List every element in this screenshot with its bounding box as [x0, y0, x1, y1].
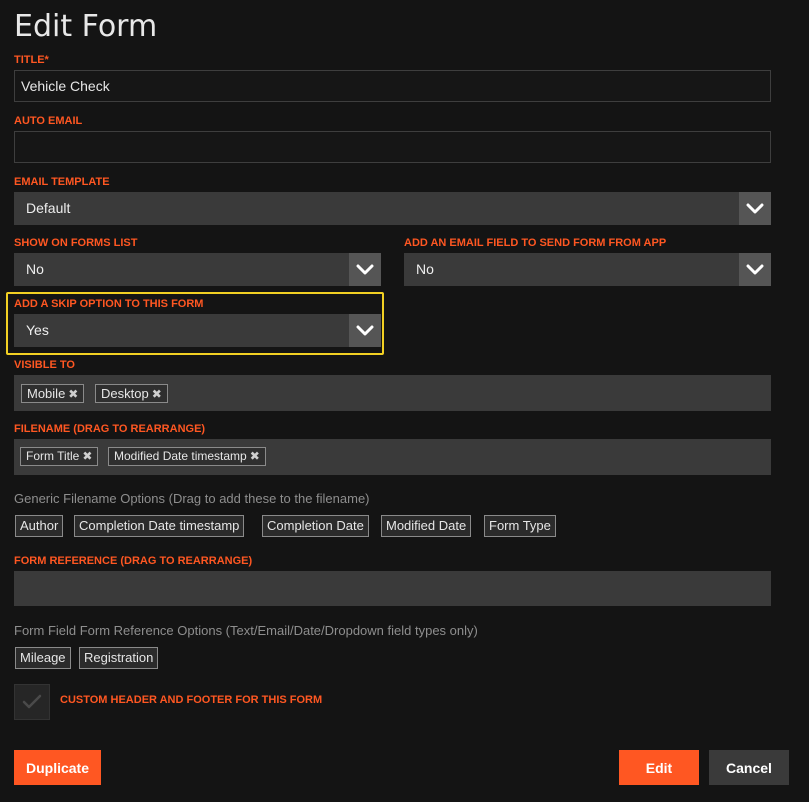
skip-option-select[interactable]: Yes: [14, 314, 381, 347]
tag-mobile: Mobile ✖: [21, 384, 85, 403]
tag-modified-date-timestamp[interactable]: Modified Date timestamp ✖: [108, 447, 266, 466]
visible-to-label: VISIBLE TO: [14, 359, 75, 371]
auto-email-input[interactable]: [14, 131, 771, 163]
page-title: Edit Form: [14, 9, 158, 44]
remove-icon[interactable]: ✖: [68, 387, 78, 401]
generic-filename-hint: Generic Filename Options (Drag to add th…: [14, 491, 370, 506]
remove-icon[interactable]: ✖: [152, 387, 162, 401]
title-input[interactable]: Vehicle Check: [14, 70, 771, 102]
chip-completion-date-timestamp[interactable]: Completion Date timestamp: [74, 515, 245, 537]
chip-registration[interactable]: Registration: [79, 647, 159, 669]
add-email-field-select[interactable]: No: [404, 253, 771, 286]
tag-label: Mobile: [27, 386, 66, 401]
tag-desktop: Desktop ✖: [95, 384, 168, 403]
remove-icon[interactable]: ✖: [250, 449, 260, 463]
chevron-down-icon[interactable]: [349, 314, 381, 347]
tag-label: Modified Date timestamp: [114, 449, 247, 463]
chip-form-type[interactable]: Form Type: [484, 515, 556, 537]
form-reference-hint: Form Field Form Reference Options (Text/…: [14, 623, 478, 638]
duplicate-button[interactable]: Duplicate: [14, 750, 101, 785]
chevron-down-icon[interactable]: [349, 253, 381, 286]
email-template-select[interactable]: Default: [14, 192, 771, 225]
custom-header-footer-checkbox[interactable]: [14, 684, 50, 720]
show-on-forms-list-label: SHOW ON FORMS LIST: [14, 237, 138, 249]
add-email-field-label: ADD AN EMAIL FIELD TO SEND FORM FROM APP: [404, 237, 667, 249]
skip-option-label: ADD A SKIP OPTION TO THIS FORM: [14, 298, 204, 310]
remove-icon[interactable]: ✖: [82, 449, 92, 463]
email-template-label: EMAIL TEMPLATE: [14, 176, 110, 188]
filename-label: FILENAME (DRAG TO REARRANGE): [14, 423, 206, 435]
show-on-forms-list-select[interactable]: No: [14, 253, 381, 286]
edit-button[interactable]: Edit: [619, 750, 699, 785]
form-reference-tagbox[interactable]: [14, 571, 771, 606]
show-on-forms-list-value: No: [26, 261, 44, 277]
title-label: TITLE*: [14, 54, 49, 66]
tag-label: Desktop: [101, 386, 149, 401]
chevron-down-icon[interactable]: [739, 192, 771, 225]
chip-author[interactable]: Author: [15, 515, 64, 537]
email-template-value: Default: [26, 200, 71, 216]
form-reference-label: FORM REFERENCE (DRAG TO REARRANGE): [14, 555, 253, 567]
checkmark-icon: [22, 694, 42, 709]
chip-modified-date[interactable]: Modified Date: [381, 515, 472, 537]
tag-form-title[interactable]: Form Title ✖: [20, 447, 99, 466]
custom-header-footer-label: CUSTOM HEADER AND FOOTER FOR THIS FORM: [60, 694, 323, 706]
auto-email-label: AUTO EMAIL: [14, 115, 83, 127]
tag-label: Form Title: [26, 449, 80, 463]
filename-tagbox[interactable]: Form Title ✖ Modified Date timestamp ✖: [14, 439, 771, 475]
chip-mileage[interactable]: Mileage: [15, 647, 71, 669]
skip-option-value: Yes: [26, 322, 49, 338]
chip-completion-date[interactable]: Completion Date: [262, 515, 369, 537]
visible-to-tagbox[interactable]: Mobile ✖ Desktop ✖: [14, 375, 771, 411]
chevron-down-icon[interactable]: [739, 253, 771, 286]
add-email-field-value: No: [416, 261, 434, 277]
cancel-button[interactable]: Cancel: [709, 750, 789, 785]
